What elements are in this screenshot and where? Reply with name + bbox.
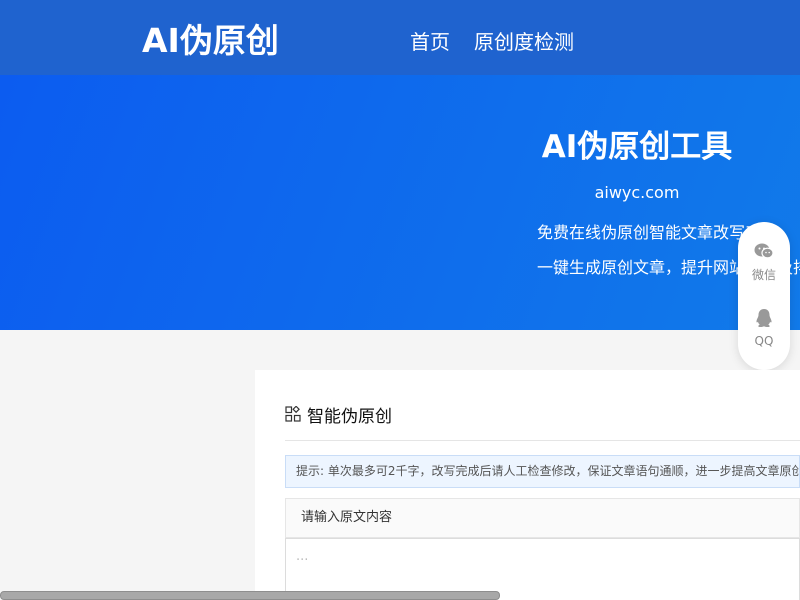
floating-contact-bar: 微信 QQ bbox=[738, 222, 790, 370]
apps-grid-icon bbox=[285, 406, 301, 422]
horizontal-scrollbar[interactable] bbox=[0, 591, 500, 600]
qq-penguin-icon bbox=[756, 309, 772, 328]
input-label: 请输入原文内容 bbox=[285, 498, 800, 538]
hero-tagline-1: 免费在线伪原创智能文章改写工具 bbox=[537, 223, 778, 242]
nav-link-home[interactable]: 首页 bbox=[410, 26, 450, 55]
panel-header: 智能伪原创 bbox=[285, 402, 392, 427]
hero-tagline-2: 一键生成原创文章，提升网站收录及排名 bbox=[537, 258, 800, 277]
contact-qq-button[interactable]: QQ bbox=[738, 308, 790, 348]
contact-wechat-label: 微信 bbox=[751, 268, 776, 282]
notice-tip: 提示: 单次最多可2千字，改写完成后请人工检查修改，保证文章语句通顺，进一步提高… bbox=[285, 455, 800, 488]
rewrite-panel: 智能伪原创 提示: 单次最多可2千字，改写完成后请人工检查修改，保证文章语句通顺… bbox=[255, 370, 800, 600]
contact-qq-label: QQ bbox=[754, 334, 774, 348]
top-navbar: AI伪原创 首页 原创度检测 bbox=[0, 0, 800, 75]
wechat-icon bbox=[754, 243, 774, 259]
hero-domain: aiwyc.com bbox=[594, 183, 680, 202]
panel-divider bbox=[285, 440, 800, 441]
hero-title: AI伪原创工具 bbox=[541, 129, 733, 165]
contact-wechat-button[interactable]: 微信 bbox=[738, 242, 790, 283]
hero-banner: AI伪原创工具 aiwyc.com 免费在线伪原创智能文章改写工具 一键生成原创… bbox=[0, 75, 800, 330]
panel-title: 智能伪原创 bbox=[307, 406, 392, 427]
site-logo[interactable]: AI伪原创 bbox=[142, 14, 279, 62]
nav-link-originality-check[interactable]: 原创度检测 bbox=[474, 26, 574, 55]
